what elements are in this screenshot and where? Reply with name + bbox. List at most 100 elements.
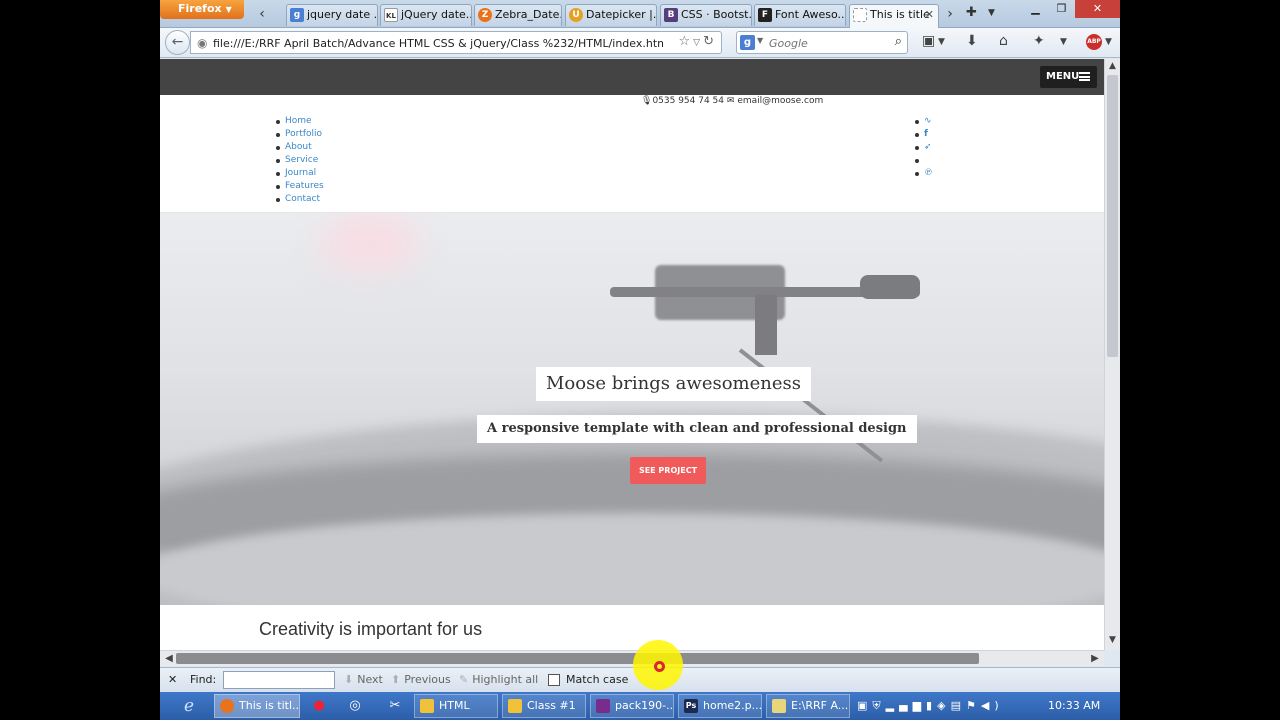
- search-input[interactable]: [769, 35, 884, 51]
- facebook-icon[interactable]: f: [915, 128, 933, 141]
- shield-icon[interactable]: ⛨: [872, 699, 885, 712]
- system-tray[interactable]: ▣⛨▂▄▆▮◈▤⚑◀): [857, 699, 1004, 713]
- email-link[interactable]: email@moose.com: [737, 96, 823, 106]
- section-title: Creativity is important for us: [259, 619, 483, 639]
- pinterest-icon[interactable]: ℗: [915, 167, 933, 180]
- twitter-icon[interactable]: ➶: [915, 141, 933, 154]
- addon-icon[interactable]: ✦: [1033, 33, 1045, 49]
- find-previous-button[interactable]: ⬆ Previous: [391, 673, 451, 686]
- opera-icon[interactable]: ●: [308, 696, 330, 716]
- url-bar[interactable]: ◉ ☆▽↻: [190, 31, 722, 54]
- envelope-icon: ✉: [726, 96, 735, 106]
- tab-label: CSS · Bootst...: [681, 8, 752, 21]
- arrow-down-icon: ⬇: [344, 673, 354, 686]
- app-icon[interactable]: ◎: [344, 696, 366, 716]
- vertical-scrollbar[interactable]: ▲ ▼: [1104, 59, 1120, 650]
- find-next-label: Next: [357, 673, 383, 686]
- tab-label: This is title: [870, 8, 930, 21]
- close-find-bar-icon[interactable]: ✕: [168, 673, 177, 686]
- tab-scroll-right-button[interactable]: ›: [942, 4, 958, 24]
- nav-item-home[interactable]: Home: [276, 115, 324, 128]
- tray-app-icon[interactable]: ◈: [937, 699, 950, 712]
- snipping-tool-icon[interactable]: ✂: [384, 696, 406, 716]
- social-links: ∿ f ➶ ℗: [915, 115, 933, 180]
- close-tab-icon[interactable]: ✕: [925, 5, 934, 25]
- flag-icon[interactable]: ⚑: [966, 699, 981, 712]
- site-navigation: Home Portfolio About Service Journal Fea…: [276, 115, 324, 206]
- volume-icon[interactable]: ◀): [981, 699, 1004, 712]
- task-photoshop[interactable]: Ps home2.p...: [678, 694, 762, 718]
- horizontal-scroll-thumb[interactable]: [176, 653, 979, 664]
- menu-button[interactable]: MENU: [1040, 66, 1097, 88]
- bookmark-star-icon[interactable]: ☆: [679, 34, 694, 49]
- downloads-icon[interactable]: ⬇: [966, 33, 978, 49]
- nav-item-features[interactable]: Features: [276, 180, 324, 193]
- new-tab-icon[interactable]: ✚: [966, 5, 977, 20]
- notepad-icon: [772, 699, 786, 713]
- vertical-scroll-thumb[interactable]: [1107, 75, 1118, 357]
- chevron-down-icon[interactable]: ▼: [1105, 37, 1112, 47]
- phone-number: 0535 954 74 54: [652, 96, 725, 106]
- task-label: Class #1: [527, 699, 576, 712]
- scroll-right-icon[interactable]: ▶: [1088, 651, 1102, 666]
- bookmarks-menu-icon[interactable]: ▣: [922, 33, 935, 49]
- battery-icon[interactable]: ▮: [926, 699, 937, 712]
- nav-item-service[interactable]: Service: [276, 154, 324, 167]
- tab-datepicker[interactable]: U Datepicker |...: [565, 4, 657, 26]
- chevron-down-icon[interactable]: ▼: [938, 37, 945, 47]
- chevron-down-icon[interactable]: ▼: [1060, 37, 1067, 47]
- see-project-button[interactable]: SEE PROJECT: [630, 457, 706, 484]
- hero-section: Moose brings awesomeness A responsive te…: [160, 213, 1104, 605]
- tab-label: jquery date ...: [307, 8, 378, 21]
- task-class-folder[interactable]: Class #1: [502, 694, 586, 718]
- task-editor[interactable]: E:\RRF A...: [766, 694, 850, 718]
- find-next-button[interactable]: ⬇ Next: [344, 673, 383, 686]
- taskbar-clock[interactable]: 10:33 AM: [1048, 699, 1100, 712]
- tab-jquery-date[interactable]: g jquery date ...: [286, 4, 378, 26]
- highlight-all-button[interactable]: ✎ Highlight all: [459, 673, 538, 686]
- scroll-left-icon[interactable]: ◀: [162, 651, 176, 666]
- rss-icon[interactable]: ∿: [915, 115, 933, 128]
- tab-this-is-title[interactable]: This is title ✕: [849, 4, 939, 28]
- tab-css-bootstrap[interactable]: B CSS · Bootst...: [660, 4, 752, 26]
- signal-icon[interactable]: ▂▄▆: [886, 699, 926, 712]
- tab-font-awesome[interactable]: F Font Aweso...: [754, 4, 846, 26]
- scroll-up-icon[interactable]: ▲: [1105, 61, 1120, 71]
- tab-jquery-date-2[interactable]: KL jQuery date...: [380, 4, 472, 26]
- adblock-plus-icon[interactable]: ABP: [1086, 34, 1102, 50]
- close-window-button[interactable]: ✕: [1075, 0, 1120, 18]
- nav-item-portfolio[interactable]: Portfolio: [276, 128, 324, 141]
- firefox-menu-button[interactable]: Firefox ▼: [160, 0, 244, 19]
- history-dropdown-icon[interactable]: ▽: [693, 38, 703, 48]
- list-all-tabs-icon[interactable]: ▼: [988, 8, 995, 18]
- search-icon[interactable]: ⌕: [895, 34, 902, 49]
- reload-icon[interactable]: ↻: [703, 34, 717, 49]
- search-bar[interactable]: g ▼ ⌕: [736, 31, 908, 54]
- horizontal-scrollbar[interactable]: ◀ ▶: [160, 650, 1104, 666]
- task-firefox[interactable]: This is titl...: [214, 694, 300, 718]
- task-html-folder[interactable]: HTML: [414, 694, 498, 718]
- back-button[interactable]: ←: [165, 30, 190, 55]
- match-case-checkbox[interactable]: [548, 674, 560, 686]
- find-input[interactable]: [223, 671, 335, 689]
- tray-app-icon[interactable]: ▤: [951, 699, 966, 712]
- nav-item-journal[interactable]: Journal: [276, 167, 324, 180]
- google-search-engine-icon[interactable]: g: [740, 35, 755, 50]
- nav-item-contact[interactable]: Contact: [276, 193, 324, 206]
- tab-zebra-datepicker[interactable]: Z Zebra_Date...: [474, 4, 562, 26]
- url-input[interactable]: [213, 35, 663, 51]
- bootstrap-favicon-icon: B: [664, 8, 678, 22]
- scroll-down-icon[interactable]: ▼: [1105, 635, 1120, 645]
- minimize-button[interactable]: ▁: [1022, 0, 1049, 18]
- chevron-down-icon: ▼: [757, 36, 764, 45]
- restore-button[interactable]: ❐: [1048, 0, 1075, 18]
- ie-icon[interactable]: ℯ: [174, 695, 204, 717]
- tab-label: Datepicker |...: [586, 8, 657, 21]
- tab-scroll-left-button[interactable]: ‹: [254, 4, 270, 24]
- social-item-empty[interactable]: [915, 154, 933, 167]
- tray-app-icon[interactable]: ▣: [857, 699, 872, 712]
- task-winrar[interactable]: pack190-...: [590, 694, 674, 718]
- nav-item-about[interactable]: About: [276, 141, 324, 154]
- home-icon[interactable]: ⌂: [999, 33, 1008, 49]
- taskbar: ℯ This is titl... ● ◎ ✂ HTML Class #1 pa…: [160, 692, 1120, 720]
